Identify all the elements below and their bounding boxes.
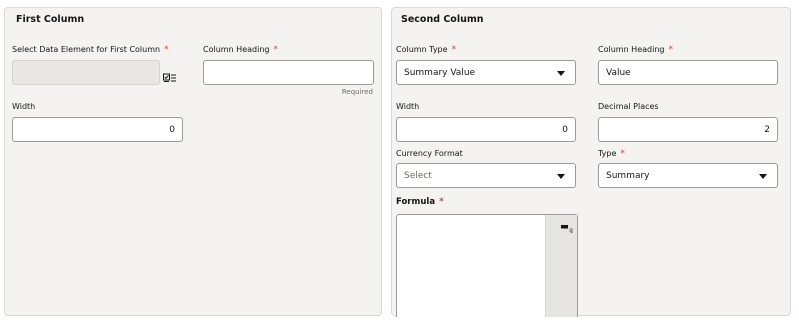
currency-format-select[interactable]: Select xyxy=(396,163,576,188)
formula-label: Formula * xyxy=(396,197,444,207)
second-width-value: 0 xyxy=(562,125,568,135)
select-list-icon[interactable] xyxy=(163,68,177,82)
decimal-places-input[interactable]: 2 xyxy=(598,117,778,142)
second-width-input[interactable]: 0 xyxy=(396,117,576,142)
type-label-text: Type xyxy=(598,149,617,158)
required-marker: * xyxy=(273,45,278,55)
expand-editor-icon[interactable] xyxy=(561,219,573,234)
select-element-label: Select Data Element for First Column * xyxy=(12,45,169,55)
required-marker: * xyxy=(668,45,673,55)
column-type-label-text: Column Type xyxy=(396,45,448,54)
first-width-label: Width xyxy=(12,102,36,111)
currency-format-label: Currency Format xyxy=(396,149,463,158)
decimal-places-value: 2 xyxy=(764,125,770,135)
formula-toolbar-rail xyxy=(545,215,577,317)
type-value: Summary xyxy=(606,171,650,181)
formula-textarea[interactable] xyxy=(396,214,578,317)
first-heading-label-text: Column Heading xyxy=(203,45,270,54)
first-column-panel: First Column Select Data Element for Fir… xyxy=(4,7,382,316)
select-element-field xyxy=(12,60,160,85)
type-select[interactable]: Summary xyxy=(598,163,778,188)
first-width-value: 0 xyxy=(169,125,175,135)
select-element-label-text: Select Data Element for First Column xyxy=(12,45,161,54)
second-width-label: Width xyxy=(396,102,420,111)
required-marker: * xyxy=(451,45,457,55)
required-marker: * xyxy=(439,197,444,207)
second-heading-value: Value xyxy=(606,68,631,78)
first-heading-helper: Required xyxy=(341,88,373,96)
column-type-select[interactable]: Summary Value xyxy=(396,60,576,85)
column-type-value: Summary Value xyxy=(404,68,476,78)
currency-format-placeholder: Select xyxy=(404,171,432,181)
decimal-places-label: Decimal Places xyxy=(598,102,659,111)
chevron-down-icon xyxy=(557,174,565,179)
formula-label-text: Formula xyxy=(396,197,436,207)
required-marker: * xyxy=(164,45,169,55)
second-heading-label-text: Column Heading xyxy=(598,45,665,54)
second-column-panel: Second Column Column Type * Summary Value… xyxy=(391,7,791,317)
first-width-input[interactable]: 0 xyxy=(12,117,183,142)
chevron-down-icon xyxy=(759,174,767,179)
column-type-label: Column Type * xyxy=(396,45,456,55)
second-heading-label: Column Heading * xyxy=(598,45,673,55)
first-heading-input[interactable] xyxy=(203,60,374,85)
second-heading-input[interactable]: Value xyxy=(598,60,778,85)
first-column-title: First Column xyxy=(16,14,85,25)
second-column-title: Second Column xyxy=(401,14,484,25)
required-marker: * xyxy=(620,149,625,159)
chevron-down-icon xyxy=(557,71,565,76)
first-heading-label: Column Heading * xyxy=(203,45,278,55)
type-label: Type * xyxy=(598,149,625,159)
